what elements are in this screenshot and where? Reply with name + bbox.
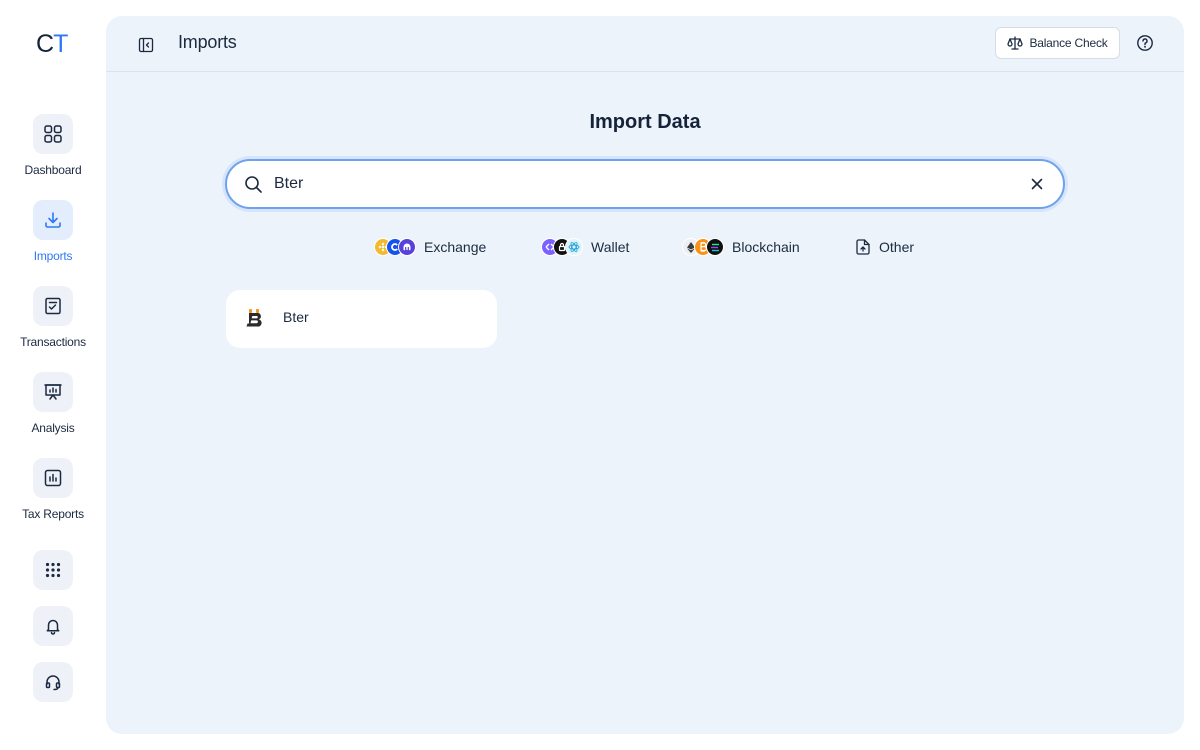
balance-check-button[interactable]: Balance Check xyxy=(995,27,1120,59)
sidebar-item-transactions[interactable]: Transactions xyxy=(0,286,106,349)
import-data-heading: Import Data xyxy=(589,111,701,133)
bar-chart-icon xyxy=(33,458,73,498)
presentation-chart-icon xyxy=(33,372,73,412)
filter-exchange[interactable]: Exchange xyxy=(366,232,494,262)
file-upload-icon xyxy=(855,239,871,255)
sidebar-item-label: Imports xyxy=(33,249,73,263)
notifications-button[interactable] xyxy=(0,606,106,646)
logo-letter-t: T xyxy=(53,30,68,58)
filter-other[interactable]: Other xyxy=(847,232,922,262)
search-icon xyxy=(243,174,263,194)
balance-check-label: Balance Check xyxy=(1029,36,1108,50)
sidebar-item-label: Transactions xyxy=(20,335,86,349)
sidebar-item-tax-reports[interactable]: Tax Reports xyxy=(0,458,106,521)
bell-icon xyxy=(33,606,73,646)
filter-label: Blockchain xyxy=(732,239,800,255)
transactions-icon xyxy=(33,286,73,326)
sidebar-item-dashboard[interactable]: Dashboard xyxy=(0,114,106,177)
filter-label: Exchange xyxy=(424,239,487,255)
apps-grid-icon xyxy=(33,550,73,590)
sidebar-collapse-icon xyxy=(138,37,154,53)
close-icon xyxy=(1031,178,1043,190)
atomic-icon xyxy=(565,238,583,256)
sidebar-item-label: Analysis xyxy=(31,421,75,435)
clear-search-button[interactable] xyxy=(1029,176,1045,192)
apps-grid-button[interactable] xyxy=(0,550,106,590)
page-title: Imports xyxy=(178,32,237,52)
support-button[interactable] xyxy=(0,662,106,702)
category-filters: Exchange Wallet Blockchain Other xyxy=(106,232,1184,262)
wallet-icons xyxy=(541,238,583,256)
dashboard-icon xyxy=(33,114,73,154)
solana-icon xyxy=(706,238,724,256)
filter-blockchain[interactable]: Blockchain xyxy=(674,232,808,262)
filter-label: Wallet xyxy=(591,239,630,255)
filter-label: Other xyxy=(879,239,915,255)
sidebar: CT Dashboard Imports Transactions Analys… xyxy=(0,0,106,750)
sidebar-item-imports[interactable]: Imports xyxy=(0,200,106,263)
main-panel: Imports Balance Check Import Data Bter E… xyxy=(106,16,1184,734)
search-box xyxy=(225,159,1065,209)
scale-icon xyxy=(1007,36,1024,50)
filter-wallet[interactable]: Wallet xyxy=(533,232,637,262)
app: CT Dashboard Imports Transactions Analys… xyxy=(0,0,1200,750)
sidebar-item-label: Tax Reports xyxy=(22,507,84,521)
logo[interactable]: CT xyxy=(36,30,68,59)
result-item-bter[interactable]: Bter xyxy=(226,290,497,348)
sidebar-item-label: Dashboard xyxy=(24,163,82,177)
collapse-sidebar-button[interactable] xyxy=(136,35,156,55)
sidebar-item-analysis[interactable]: Analysis xyxy=(0,372,106,435)
help-button[interactable] xyxy=(1135,33,1155,53)
kraken-icon xyxy=(398,238,416,256)
result-name: Bter xyxy=(283,309,309,325)
exchange-icons xyxy=(374,238,416,256)
bter-logo-icon xyxy=(244,308,266,330)
logo-letter-c: C xyxy=(36,30,54,58)
top-bar: Imports Balance Check xyxy=(106,16,1184,72)
headset-icon xyxy=(33,662,73,702)
download-icon xyxy=(33,200,73,240)
help-circle-icon xyxy=(1137,35,1153,51)
blockchain-icons xyxy=(682,238,724,256)
search-input[interactable] xyxy=(274,175,1029,193)
